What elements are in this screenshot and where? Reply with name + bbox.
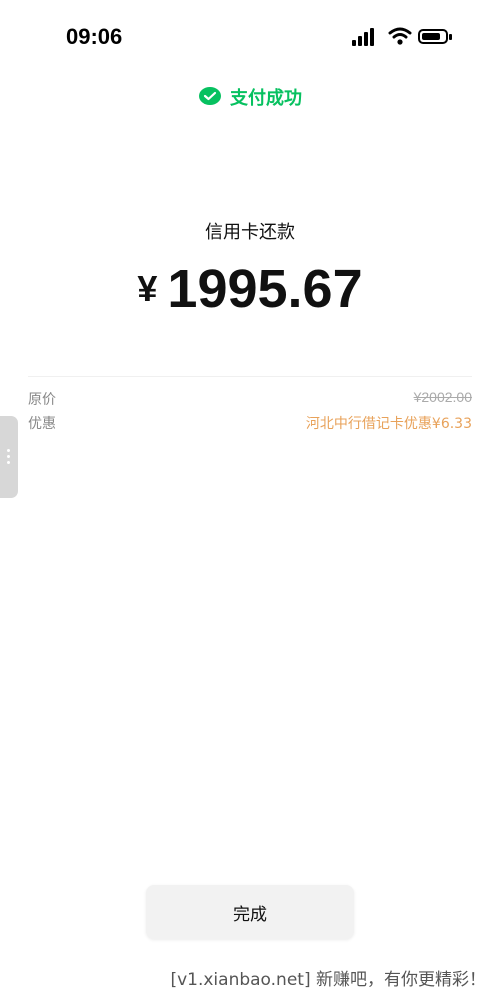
status-icons [352, 26, 462, 50]
payment-status-text: 支付成功 [230, 88, 302, 109]
currency-symbol: ¥ [137, 268, 158, 309]
original-price-label: 原价 [28, 392, 56, 408]
payment-success-header: 支付成功 [0, 84, 500, 112]
original-price-row: 原价 ¥2002.00 [28, 389, 472, 411]
battery-tip [449, 34, 452, 40]
wifi-icon [388, 27, 412, 45]
side-drawer-handle[interactable] [0, 416, 18, 498]
more-icon [7, 449, 11, 465]
original-price-value: ¥2002.00 [413, 389, 472, 405]
status-bar: 09:06 [0, 0, 500, 70]
divider [28, 376, 472, 377]
payment-amount: ¥1995.67 [0, 258, 500, 320]
wechat-pay-icon [199, 87, 221, 105]
done-button[interactable]: 完成 [146, 885, 354, 939]
status-time: 09:06 [66, 24, 123, 49]
discount-value: 河北中行借记卡优惠¥6.33 [305, 416, 472, 432]
battery-icon [418, 29, 448, 44]
amount-value: 1995.67 [167, 259, 363, 319]
discount-label: 优惠 [28, 416, 56, 432]
signal-icon [352, 28, 380, 46]
watermark-text: [v1.xianbao.net] 新赚吧，有你更精彩！ [170, 970, 486, 990]
payment-title: 信用卡还款 [205, 222, 295, 243]
discount-row: 优惠 河北中行借记卡优惠¥6.33 [28, 413, 472, 435]
